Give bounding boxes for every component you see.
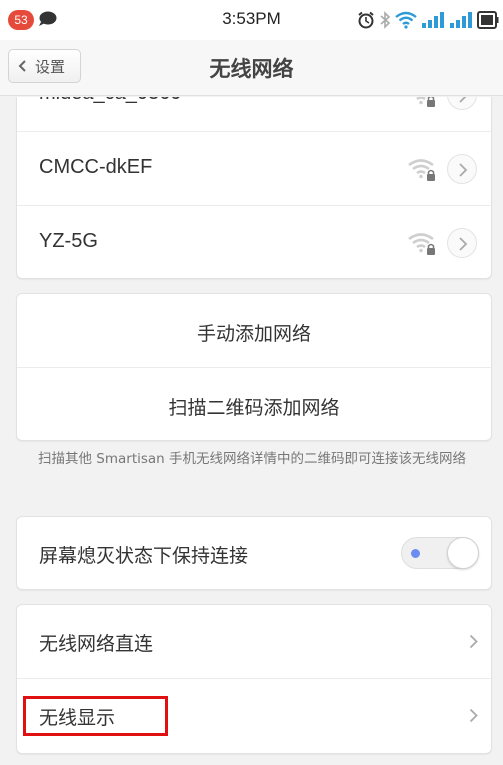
network-ssid: CMCC-dkEF xyxy=(39,156,153,178)
signal-icon xyxy=(422,12,444,28)
scan-qr-hint: 扫描其他 Smartisan 手机无线网络详情中的二维码即可连接该无线网络 xyxy=(38,451,467,467)
network-ssid: midea_ca_0360 xyxy=(39,97,181,105)
chevron-right-icon xyxy=(459,163,468,177)
wifi-direct-row[interactable]: 无线网络直连 xyxy=(17,605,491,679)
network-row[interactable]: midea_ca_0360 xyxy=(17,97,491,132)
status-icons xyxy=(357,9,499,31)
network-ssid: YZ-5G xyxy=(39,230,98,252)
chevron-right-icon xyxy=(469,634,478,649)
manual-add-network-button[interactable]: 手动添加网络 xyxy=(17,294,491,368)
chevron-right-icon xyxy=(459,97,467,103)
wifi-direct-label: 无线网络直连 xyxy=(39,633,154,655)
chevron-right-icon xyxy=(469,708,478,723)
highlight-box xyxy=(23,696,168,736)
keep-connected-card: 屏幕熄灭状态下保持连接 xyxy=(16,516,492,590)
signal-icon xyxy=(450,12,472,28)
manual-add-network-label: 手动添加网络 xyxy=(196,323,311,345)
scan-qr-add-network-label: 扫描二维码添加网络 xyxy=(168,397,340,419)
nav-bar: 设置 无线网络 xyxy=(0,40,503,96)
keep-connected-label: 屏幕熄灭状态下保持连接 xyxy=(39,545,249,567)
settings-list[interactable]: midea_ca_0360 CMCC-dkEF xyxy=(0,97,503,765)
network-row[interactable]: YZ-5G xyxy=(17,206,491,280)
network-list: midea_ca_0360 CMCC-dkEF xyxy=(16,97,492,279)
status-bar: 53 3:53PM xyxy=(0,0,503,40)
wifi-locked-icon xyxy=(408,233,435,255)
wifi-locked-icon xyxy=(416,97,435,107)
keep-connected-row: 屏幕熄灭状态下保持连接 xyxy=(17,517,491,591)
network-detail-button[interactable] xyxy=(447,228,477,258)
battery-icon xyxy=(477,11,499,29)
wifi-locked-icon xyxy=(408,159,435,181)
keep-connected-toggle[interactable] xyxy=(401,537,479,569)
network-detail-button[interactable] xyxy=(447,154,477,184)
page-title: 无线网络 xyxy=(209,57,294,81)
scan-qr-add-network-button[interactable]: 扫描二维码添加网络 xyxy=(17,368,491,442)
toggle-indicator-dot xyxy=(411,549,420,558)
bluetooth-icon xyxy=(380,11,391,29)
network-detail-button[interactable] xyxy=(447,97,477,110)
chevron-right-icon xyxy=(459,237,468,251)
add-network-card: 手动添加网络 扫描二维码添加网络 xyxy=(16,293,492,441)
alarm-icon xyxy=(358,11,374,29)
toggle-knob xyxy=(447,537,479,569)
wifi-icon xyxy=(395,11,417,29)
network-row[interactable]: CMCC-dkEF xyxy=(17,132,491,206)
